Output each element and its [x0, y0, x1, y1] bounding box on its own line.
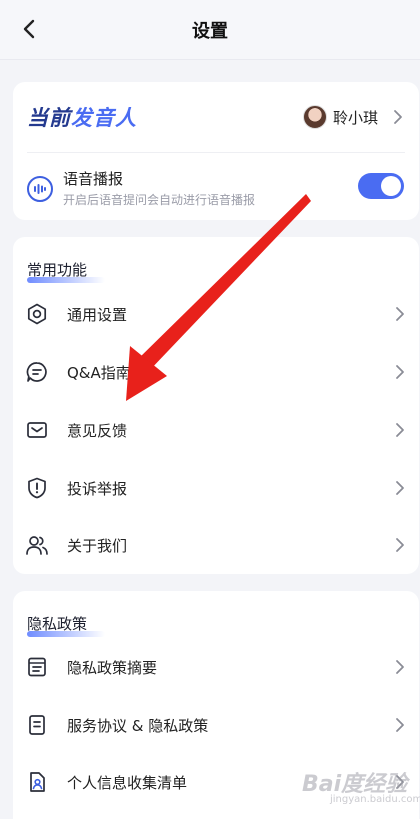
chevron-right-icon: [396, 307, 404, 321]
document-list-icon: [25, 655, 49, 679]
back-button[interactable]: [14, 14, 44, 44]
divider: [27, 152, 405, 153]
menu-item-label: 隐私政策摘要: [67, 658, 158, 677]
gear-icon: [25, 302, 49, 326]
current-speaker-row[interactable]: 当前发音人 聆小琪: [13, 82, 419, 152]
section-heading-text: 隐私政策: [27, 615, 88, 633]
voice-broadcast-icon: [27, 176, 53, 202]
users-icon: [25, 533, 49, 557]
person-document-icon: [25, 770, 49, 794]
page-title: 设置: [192, 20, 228, 42]
envelope-icon: [25, 418, 49, 442]
speaker-title-part1: 当前: [27, 106, 71, 130]
chevron-right-icon: [396, 365, 404, 379]
menu-item-general-settings[interactable]: 通用设置: [13, 290, 419, 338]
section-heading-text: 常用功能: [27, 261, 88, 279]
common-functions-card: 常用功能 通用设置 Q&A指南 意见反馈 投诉举报 关于我们: [13, 237, 419, 574]
chevron-right-icon: [396, 481, 404, 495]
menu-item-complaint[interactable]: 投诉举报: [13, 464, 419, 512]
menu-item-label: 服务协议 & 隐私政策: [67, 716, 209, 735]
top-bar: 设置: [0, 0, 420, 60]
current-speaker-title: 当前发音人: [27, 102, 137, 132]
menu-item-label: 关于我们: [67, 536, 128, 555]
menu-item-label: 个人信息收集清单: [67, 773, 188, 792]
chevron-right-icon: [396, 423, 404, 437]
broadcast-title: 语音播报: [63, 170, 124, 188]
menu-item-service-agreement[interactable]: 服务协议 & 隐私政策: [13, 701, 419, 749]
document-icon: [25, 713, 49, 737]
menu-item-label: Q&A指南: [67, 363, 131, 382]
menu-item-about-us[interactable]: 关于我们: [13, 521, 419, 569]
speaker-avatar: [303, 105, 327, 129]
settings-page: 设置 当前发音人 聆小琪 语音播报 开启后语音提问会自动进行语音播报 常用功能 …: [0, 0, 420, 819]
chat-bubble-icon: [25, 360, 49, 384]
section-heading: 常用功能: [27, 259, 105, 283]
menu-item-privacy-summary[interactable]: 隐私政策摘要: [13, 643, 419, 691]
chevron-right-icon: [396, 718, 404, 732]
broadcast-description: 开启后语音提问会自动进行语音播报: [63, 193, 256, 207]
menu-item-feedback[interactable]: 意见反馈: [13, 406, 419, 454]
chevron-right-icon: [394, 110, 402, 124]
section-heading: 隐私政策: [27, 613, 105, 637]
baidu-jingyan-watermark: Bai度经验 jingyan.baidu.com: [300, 760, 420, 810]
chevron-right-icon: [396, 660, 404, 674]
watermark-sub: jingyan.baidu.com: [330, 794, 420, 805]
speaker-title-part2: 发音人: [71, 106, 137, 130]
shield-alert-icon: [25, 476, 49, 500]
voice-card: 当前发音人 聆小琪 语音播报 开启后语音提问会自动进行语音播报: [13, 82, 419, 220]
speaker-name: 聆小琪: [333, 109, 379, 127]
chevron-right-icon: [396, 538, 404, 552]
menu-item-label: 通用设置: [67, 305, 128, 324]
menu-item-qa-guide[interactable]: Q&A指南: [13, 348, 419, 396]
toggle-knob: [381, 176, 401, 196]
menu-item-label: 投诉举报: [67, 479, 128, 498]
chevron-left-icon: [23, 19, 35, 39]
menu-item-label: 意见反馈: [67, 421, 128, 440]
broadcast-toggle[interactable]: [358, 173, 404, 199]
